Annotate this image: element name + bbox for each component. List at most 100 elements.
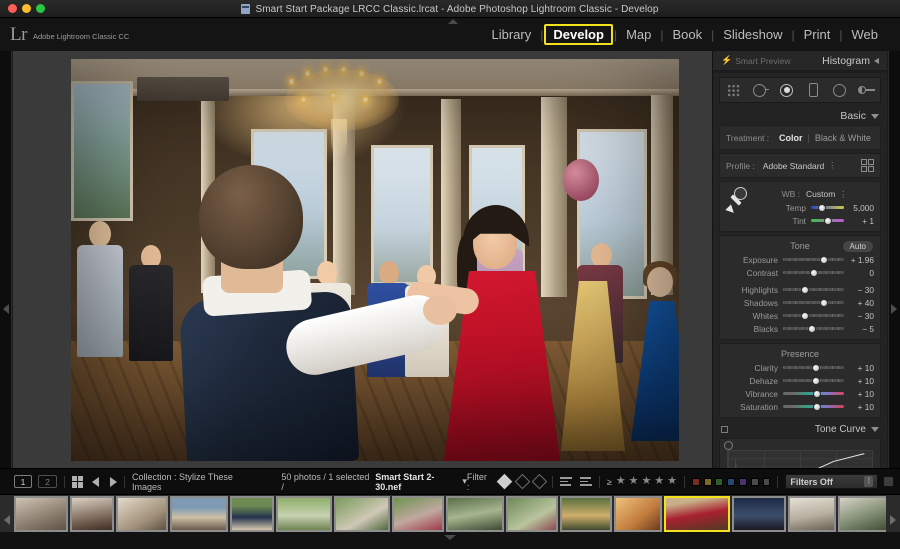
previous-photo-icon[interactable]: [92, 476, 100, 487]
blacks-slider-track[interactable]: [783, 324, 844, 333]
develop-tool-strip[interactable]: [719, 77, 881, 103]
temp-slider-track[interactable]: [811, 203, 844, 212]
white-balance-selector-icon[interactable]: [725, 184, 752, 217]
filmstrip-thumbnail[interactable]: [116, 496, 168, 532]
filmstrip-thumbnail[interactable]: [732, 496, 786, 532]
dehaze-slider-track[interactable]: [783, 376, 844, 385]
module-library[interactable]: Library: [483, 25, 539, 44]
treatment-color-option[interactable]: Color: [779, 133, 803, 143]
screen-mode-2-button[interactable]: 2: [38, 475, 57, 488]
chevron-down-icon[interactable]: [871, 427, 879, 432]
clarity-slider-row[interactable]: Clarity + 10: [726, 361, 874, 374]
image-canvas[interactable]: [13, 51, 712, 468]
filmstrip-thumbnail[interactable]: [276, 496, 332, 532]
color-label-custom[interactable]: [762, 477, 771, 486]
grid-view-icon[interactable]: [71, 475, 84, 488]
filmstrip-toggle-icon[interactable]: [444, 535, 456, 540]
color-label-green[interactable]: [715, 477, 724, 486]
color-label-yellow[interactable]: [703, 477, 712, 486]
minimize-button[interactable]: [22, 4, 31, 13]
exposure-slider-track[interactable]: [783, 255, 844, 264]
filmstrip-thumbnail[interactable]: [334, 496, 390, 532]
module-slideshow[interactable]: Slideshow: [715, 25, 790, 44]
filmstrip-thumbnail[interactable]: [230, 496, 274, 532]
exposure-slider-row[interactable]: Exposure + 1.96: [726, 253, 874, 266]
sort-descending-icon[interactable]: [579, 477, 592, 486]
saturation-slider-row[interactable]: Saturation + 10: [726, 400, 874, 413]
right-develop-panel[interactable]: ⚡ Smart Preview Histogram Basic Treatmen…: [712, 51, 887, 468]
flag-rejected-icon[interactable]: [532, 473, 548, 490]
radial-filter-icon[interactable]: [830, 81, 850, 99]
right-panel-edge[interactable]: [888, 51, 900, 468]
rating-star-4[interactable]: ★: [654, 476, 664, 487]
filmstrip-thumbnail[interactable]: [560, 496, 612, 532]
tint-slider-track[interactable]: [811, 216, 844, 225]
filter-preset-dropdown[interactable]: Filters Off ⋮: [785, 474, 879, 489]
histogram-header[interactable]: ⚡ Smart Preview Histogram: [713, 51, 887, 71]
filmstrip-thumbnail-selected[interactable]: [664, 496, 730, 532]
rating-star-1[interactable]: ★: [616, 476, 626, 487]
preview-image[interactable]: [71, 59, 679, 461]
filter-enable-switch[interactable]: [883, 476, 895, 487]
rating-star-5[interactable]: ★: [667, 476, 677, 487]
filmstrip-thumbnail[interactable]: [170, 496, 228, 532]
rating-operator[interactable]: ≥: [607, 477, 612, 487]
sort-ascending-icon[interactable]: [560, 477, 573, 486]
filmstrip-thumbnail[interactable]: [446, 496, 504, 532]
shadows-slider-track[interactable]: [783, 298, 844, 307]
color-label-blue[interactable]: [727, 477, 736, 486]
close-button[interactable]: [8, 4, 17, 13]
maximize-button[interactable]: [36, 4, 45, 13]
filmstrip-track[interactable]: [14, 495, 886, 533]
filmstrip[interactable]: [0, 494, 900, 549]
color-label-none[interactable]: [750, 477, 759, 486]
profile-browser-icon[interactable]: [861, 159, 874, 172]
scroll-right-icon[interactable]: [890, 515, 896, 525]
filmstrip-thumbnail[interactable]: [392, 496, 444, 532]
identity-plate[interactable]: Lr Adobe Lightroom Classic CC: [10, 25, 129, 44]
tone-curve-header[interactable]: Tone Curve: [713, 421, 887, 438]
next-photo-icon[interactable]: [110, 476, 117, 487]
filmstrip-thumbnail[interactable]: [506, 496, 558, 532]
rating-star-3[interactable]: ★: [641, 476, 651, 487]
color-label-purple[interactable]: [738, 477, 747, 486]
spot-removal-icon[interactable]: [750, 81, 770, 99]
screen-mode-1-button[interactable]: 1: [13, 475, 33, 488]
expand-left-panel-icon[interactable]: [3, 304, 9, 314]
filmstrip-thumbnail[interactable]: [14, 496, 68, 532]
top-panel-toggle-icon[interactable]: [448, 19, 458, 24]
filmstrip-thumbnail[interactable]: [838, 496, 886, 532]
tone-curve-plot[interactable]: [727, 450, 873, 468]
profile-value[interactable]: Adobe Standard: [763, 161, 824, 171]
tint-slider-row[interactable]: Tint + 1: [754, 214, 874, 227]
temp-slider-row[interactable]: Temp 5,000: [754, 201, 874, 214]
basic-panel-header[interactable]: Basic: [713, 107, 887, 125]
targeted-adjustment-icon[interactable]: [724, 441, 733, 450]
rating-star-2[interactable]: ★: [629, 476, 639, 487]
flag-pick-icon[interactable]: [496, 473, 513, 490]
highlights-slider-row[interactable]: Highlights − 30: [726, 283, 874, 296]
auto-tone-button[interactable]: Auto: [841, 240, 874, 253]
saturation-slider-track[interactable]: [783, 402, 844, 411]
filmstrip-thumbnail[interactable]: [614, 496, 662, 532]
treatment-bw-option[interactable]: Black & White: [815, 133, 871, 143]
tone-curve-toggle-icon[interactable]: [721, 426, 728, 433]
module-map[interactable]: Map: [618, 25, 659, 44]
wb-value[interactable]: Custom: [806, 189, 835, 199]
clarity-slider-track[interactable]: [783, 363, 844, 372]
filmstrip-thumbnail[interactable]: [788, 496, 836, 532]
shadows-slider-row[interactable]: Shadows + 40: [726, 296, 874, 309]
module-print[interactable]: Print: [796, 25, 839, 44]
profile-stepper-icon[interactable]: ⋮: [828, 161, 836, 170]
module-web[interactable]: Web: [844, 25, 887, 44]
window-controls[interactable]: [8, 4, 45, 13]
histogram-title[interactable]: Histogram: [822, 55, 879, 67]
flag-unflagged-icon[interactable]: [514, 473, 530, 490]
red-eye-correction-icon[interactable]: [777, 81, 797, 99]
vibrance-slider-track[interactable]: [783, 389, 844, 398]
module-picker[interactable]: Library | Develop | Map | Book | Slidesh…: [483, 24, 886, 45]
whites-slider-track[interactable]: [783, 311, 844, 320]
collapse-right-panel-icon[interactable]: [891, 304, 897, 314]
chevron-down-icon[interactable]: [871, 113, 879, 119]
contrast-slider-track[interactable]: [783, 268, 844, 277]
